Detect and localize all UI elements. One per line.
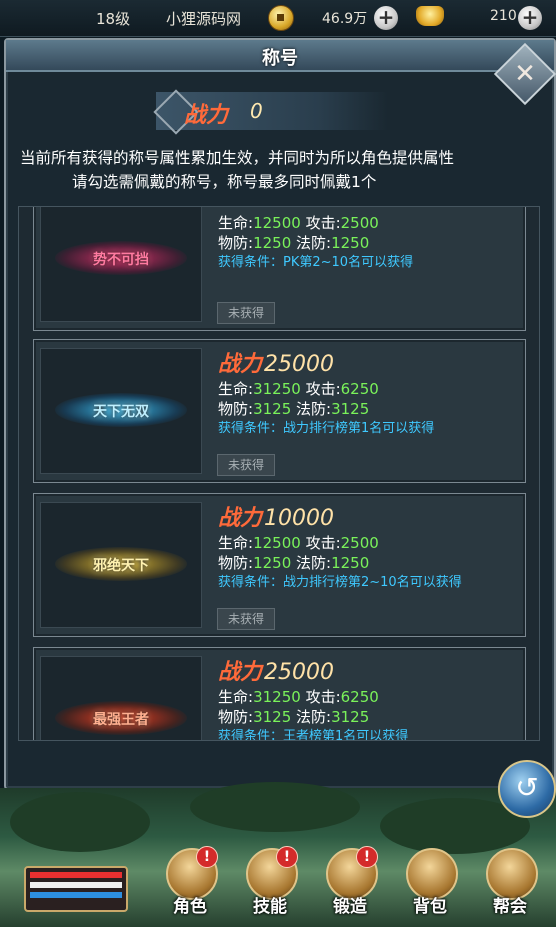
- title-badge-text: 邪绝天下: [93, 558, 149, 574]
- title-badge-text: 天下无双: [93, 404, 149, 420]
- atk-value: 6250: [340, 380, 379, 398]
- hp-value: 12500: [253, 534, 301, 552]
- title-badge-frame: 天下无双: [40, 348, 202, 474]
- add-currency-button[interactable]: +: [374, 6, 398, 30]
- power-line: 战力10000: [218, 506, 335, 531]
- stat-row-2: 物防:3125 法防:3125: [218, 400, 370, 418]
- hp-value: 31250: [253, 688, 301, 706]
- title-card[interactable]: 天下无双 战力25000 生命:31250 攻击:6250 物防:3125 法防…: [33, 339, 526, 483]
- nav-label: 背包: [413, 897, 447, 917]
- obtain-condition: 获得条件：战力排行榜第1名可以获得: [218, 421, 435, 436]
- total-power-value: 0: [250, 99, 263, 123]
- pdef-value: 3125: [253, 400, 292, 418]
- atk-value: 6250: [340, 688, 379, 706]
- title-badge-text: 势不可挡: [93, 252, 149, 268]
- status-badge: 未获得: [217, 608, 275, 630]
- player-status-bars: [24, 866, 128, 912]
- alert-badge: !: [356, 846, 378, 868]
- description-line-2: 请勾选需佩戴的称号，称号最多同时佩戴1个: [72, 173, 377, 191]
- stat-row-1: 生命:31250 攻击:6250: [218, 380, 379, 398]
- return-button[interactable]: ↺: [498, 760, 556, 818]
- power-value: 10000: [264, 506, 335, 531]
- nav-guild-button[interactable]: 帮会: [480, 848, 540, 926]
- title-badge-text: 最强王者: [93, 712, 149, 728]
- power-value: 25000: [264, 660, 335, 685]
- obtain-condition: 获得条件：王者榜第1名可以获得: [218, 729, 409, 741]
- atk-value: 2500: [340, 534, 379, 552]
- total-power-label: 战力: [184, 103, 229, 128]
- pdef-value: 1250: [253, 234, 292, 252]
- player-level: 18级: [96, 10, 131, 28]
- nav-forge-button[interactable]: ! 锻造: [320, 846, 380, 926]
- total-power-bar: 战力 0: [153, 89, 388, 135]
- description-line-1: 当前所有获得的称号属性累加生效，并同时为所以角色提供属性: [20, 149, 455, 167]
- copper-coin-icon: [268, 5, 294, 31]
- nav-label: 技能: [253, 897, 287, 917]
- stat-row-1: 生命:12500 攻击:2500: [218, 534, 379, 552]
- close-icon: ✕: [514, 59, 536, 89]
- currency-amount: 46.9万: [322, 11, 368, 27]
- mdef-value: 3125: [331, 708, 370, 726]
- stat-row-1: 生命:12500 攻击:2500: [218, 214, 379, 232]
- mdef-value: 1250: [331, 234, 370, 252]
- pdef-value: 1250: [253, 554, 292, 572]
- nav-character-button[interactable]: ! 角色: [160, 846, 220, 926]
- power-line: 战力25000: [218, 660, 335, 685]
- title-badge-frame: 最强王者: [40, 656, 202, 740]
- top-status-bar: 18级 小狸源码网 46.9万 + 210 +: [0, 0, 556, 37]
- alert-badge: !: [196, 846, 218, 868]
- title-card[interactable]: 势不可挡 生命:12500 攻击:2500 物防:1250 法防:1250 获得…: [33, 207, 526, 331]
- gold-amount: 210: [490, 8, 517, 24]
- title-card[interactable]: 最强王者 战力25000 生命:31250 攻击:6250 物防:3125 法防…: [33, 647, 526, 741]
- stat-row-1: 生命:31250 攻击:6250: [218, 688, 379, 706]
- atk-value: 2500: [340, 214, 379, 232]
- title-badge-frame: 邪绝天下: [40, 502, 202, 628]
- return-icon: ↺: [515, 771, 539, 804]
- mdef-value: 1250: [331, 554, 370, 572]
- gold-ingot-icon: [416, 6, 444, 26]
- hp-value: 12500: [253, 214, 301, 232]
- status-badge: 未获得: [217, 302, 275, 324]
- mdef-value: 3125: [331, 400, 370, 418]
- nav-label: 锻造: [333, 897, 367, 917]
- hp-value: 31250: [253, 380, 301, 398]
- site-name: 小狸源码网: [166, 10, 242, 28]
- stat-row-2: 物防:3125 法防:3125: [218, 708, 370, 726]
- stat-row-2: 物防:1250 法防:1250: [218, 554, 370, 572]
- stat-row-2: 物防:1250 法防:1250: [218, 234, 370, 252]
- add-gold-button[interactable]: +: [518, 6, 542, 30]
- alert-badge: !: [276, 846, 298, 868]
- power-line: 战力25000: [218, 352, 335, 377]
- title-badge-frame: 势不可挡: [40, 207, 202, 322]
- nav-label: 角色: [173, 897, 207, 917]
- panel-titlebar: 称号: [6, 40, 554, 72]
- panel-title: 称号: [262, 48, 298, 69]
- title-list[interactable]: 势不可挡 生命:12500 攻击:2500 物防:1250 法防:1250 获得…: [18, 206, 540, 741]
- pdef-value: 3125: [253, 708, 292, 726]
- nav-skill-button[interactable]: ! 技能: [240, 846, 300, 926]
- obtain-condition: 获得条件：战力排行榜第2~10名可以获得: [218, 575, 462, 590]
- power-value: 25000: [264, 352, 335, 377]
- nav-bag-button[interactable]: 背包: [400, 848, 460, 926]
- title-card[interactable]: 邪绝天下 战力10000 生命:12500 攻击:2500 物防:1250 法防…: [33, 493, 526, 637]
- obtain-condition: 获得条件：PK第2~10名可以获得: [218, 255, 414, 270]
- status-badge: 未获得: [217, 454, 275, 476]
- nav-label: 帮会: [493, 897, 527, 917]
